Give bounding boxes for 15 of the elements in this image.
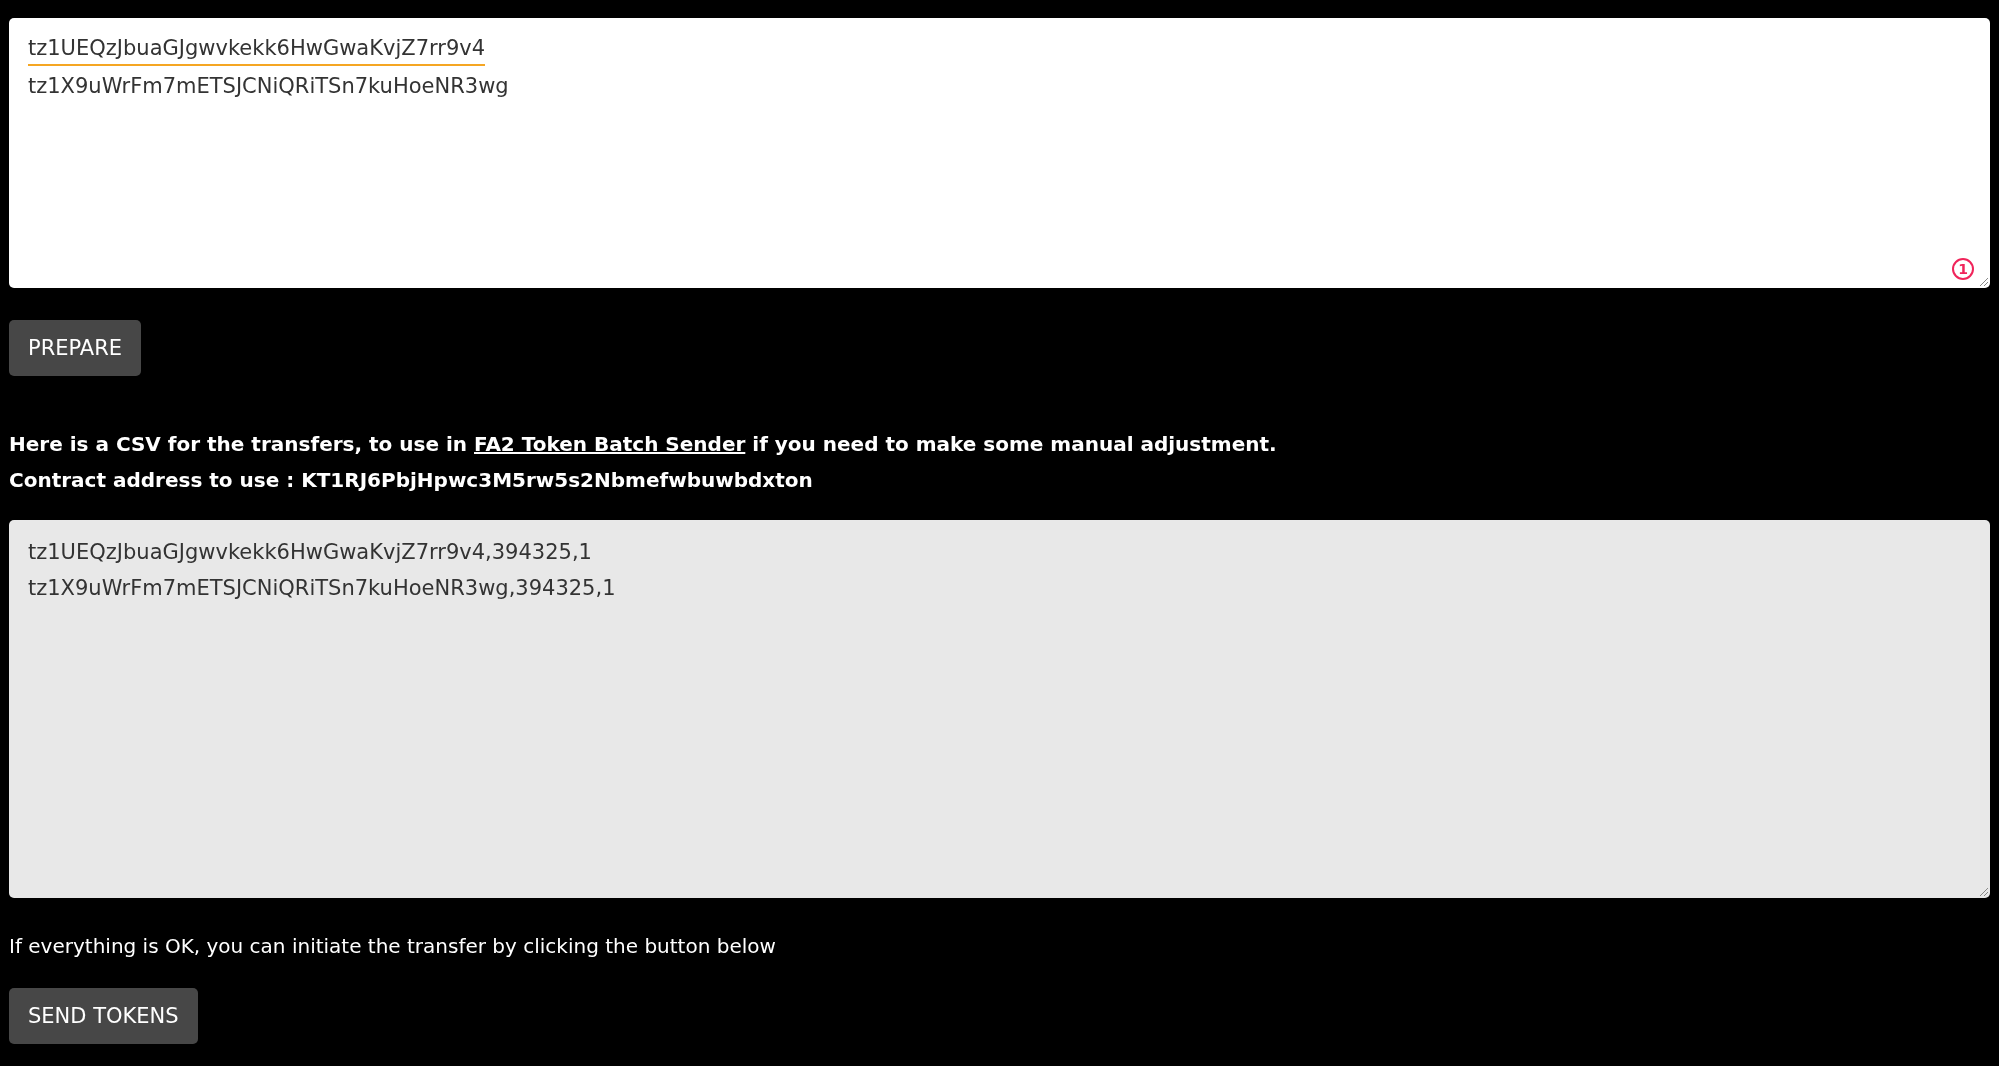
address-line: tz1UEQzJbuaGJgwvkekk6HwGwaKvjZ7rr9v4 <box>28 32 486 66</box>
issue-count-badge[interactable]: 1 <box>1952 258 1974 280</box>
batch-sender-link[interactable]: FA2 Token Batch Sender <box>474 432 746 456</box>
address-input-field[interactable]: tz1UEQzJbuaGJgwvkekk6HwGwaKvjZ7rr9v4 tz1X9uWrFm7mETSJCNiQRiTSn7kuHoeNR3wg 1 <box>9 18 1990 288</box>
csv-intro-text: Here is a CSV for the transfers, to use in FA2 Token Batch Sender if you need to make some manual adjustment. <box>9 431 1277 458</box>
csv-output-field[interactable]: tz1UEQzJbuaGJgwvkekk6HwGwaKvjZ7rr9v4,394325,1 tz1X9uWrFm7mETSJCNiQRiTSn7kuHoeNR3wg,394325,1 <box>9 520 1990 898</box>
send-instruction-text: If everything is OK, you can initiate the transfer by clicking the button below <box>9 933 776 960</box>
address-line: tz1X9uWrFm7mETSJCNiQRiTSn7kuHoeNR3wg <box>28 73 509 100</box>
csv-line: tz1X9uWrFm7mETSJCNiQRiTSn7kuHoeNR3wg,394325,1 <box>28 575 616 602</box>
resize-grip-icon[interactable] <box>1978 886 1988 896</box>
prepare-button[interactable]: PREPARE <box>9 320 142 376</box>
contract-address-text: Contract address to use : KT1RJ6PbjHpwc3M5rw5s2Nbmefwbuwbdxton <box>9 467 813 494</box>
csv-line: tz1UEQzJbuaGJgwvkekk6HwGwaKvjZ7rr9v4,394325,1 <box>28 539 592 566</box>
send-tokens-button[interactable]: SEND TOKENS <box>9 988 198 1044</box>
resize-grip-icon[interactable] <box>1978 276 1988 286</box>
